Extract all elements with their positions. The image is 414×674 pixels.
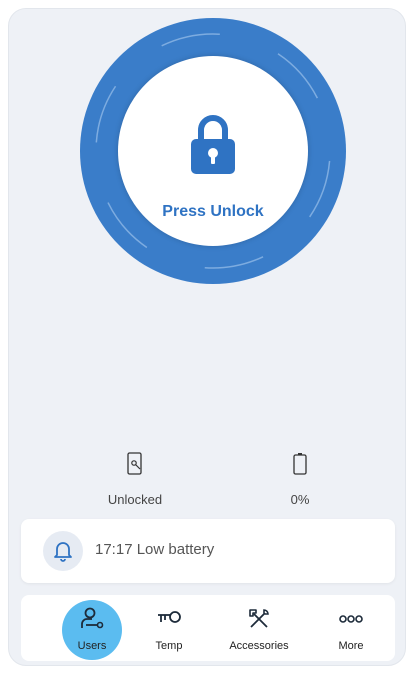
battery-empty-icon — [293, 453, 307, 475]
tab-temp-label: Temp — [155, 640, 183, 652]
notification-card[interactable]: 17:17 Low battery — [21, 519, 395, 583]
press-unlock-label: Press Unlock — [162, 203, 264, 220]
bell-icon — [54, 542, 72, 562]
app-screen: Press Unlock Unlocked 0% 17:17 Low batte… — [8, 8, 406, 666]
bottom-tab-bar: Users Temp Accessories More — [21, 595, 395, 661]
tab-temp[interactable]: Temp — [124, 595, 214, 661]
notification-text: 17:17 Low battery — [95, 541, 215, 558]
battery-status: 0% — [240, 452, 360, 507]
press-unlock-button[interactable]: Press Unlock — [118, 56, 308, 246]
tab-accessories-label: Accessories — [229, 640, 289, 652]
more-dots-icon — [339, 615, 363, 623]
unlock-area: Press Unlock — [80, 18, 346, 284]
lock-status: Unlocked — [75, 452, 195, 507]
phone-key-icon — [127, 452, 142, 475]
tools-icon — [249, 609, 269, 628]
lock-status-label: Unlocked — [107, 492, 163, 507]
user-key-icon — [81, 607, 104, 629]
tab-more[interactable]: More — [306, 595, 396, 661]
key-icon — [158, 611, 181, 623]
tab-more-label: More — [338, 640, 364, 652]
tab-accessories[interactable]: Accessories — [214, 595, 304, 661]
lock-icon — [191, 115, 235, 174]
battery-level-label: 0% — [290, 492, 310, 507]
bell-badge — [43, 531, 83, 571]
